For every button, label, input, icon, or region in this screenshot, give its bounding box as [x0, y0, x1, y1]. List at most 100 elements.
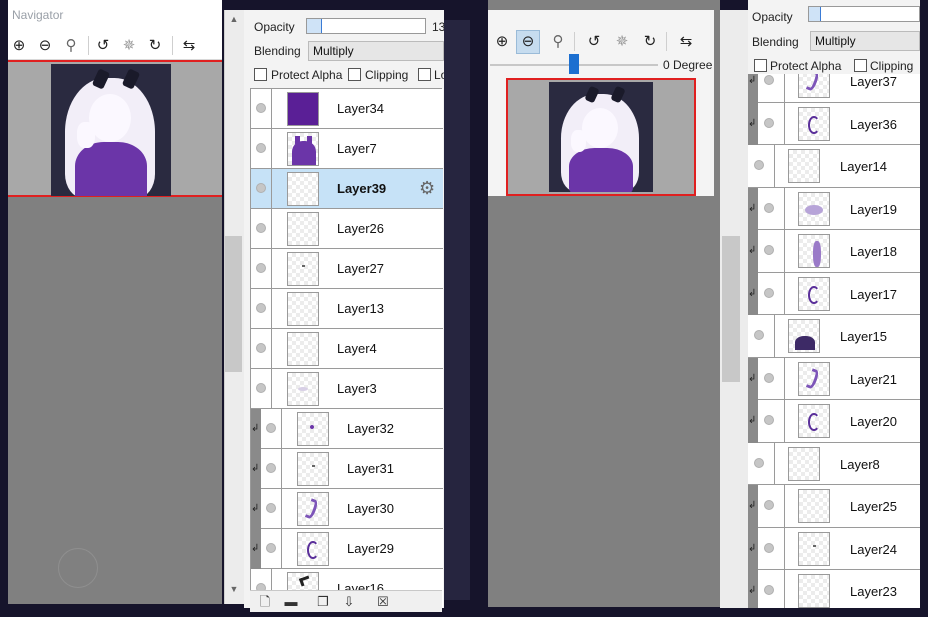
layer-row[interactable]: Layer3	[251, 369, 443, 409]
visibility-toggle-icon[interactable]	[754, 330, 764, 340]
visibility-toggle-icon[interactable]	[764, 372, 774, 383]
lock-checkbox[interactable]	[418, 68, 431, 81]
new-layer-icon[interactable]: 🗋	[258, 595, 272, 609]
layer-row[interactable]: Layer14	[748, 145, 920, 188]
visibility-toggle-icon[interactable]	[266, 463, 276, 473]
layer-row[interactable]: Layer39 ⚙	[251, 169, 443, 209]
layer-row[interactable]: ↲ Layer19	[748, 187, 920, 230]
layer-name: Layer36	[850, 116, 897, 132]
row-divider	[281, 449, 282, 489]
rotate-right-icon[interactable]: ↻	[146, 37, 164, 55]
layer-row[interactable]: Layer15	[748, 315, 920, 358]
visibility-toggle-icon[interactable]	[256, 303, 266, 313]
layer-row[interactable]: Layer4	[251, 329, 443, 369]
layer-name: Layer31	[347, 461, 394, 476]
rotation-slider-thumb[interactable]	[569, 54, 579, 74]
gear-icon[interactable]: ⚙	[419, 178, 435, 199]
flip-button[interactable]: ⇆	[674, 30, 698, 54]
layer-row[interactable]: Layer26	[251, 209, 443, 249]
protect-alpha-checkbox[interactable]	[254, 68, 267, 81]
visibility-toggle-icon[interactable]	[256, 103, 266, 113]
zoom-reset-icon[interactable]: ⚲	[62, 37, 80, 55]
layer-row[interactable]: ↲ Layer20	[748, 400, 920, 443]
visibility-toggle-icon[interactable]	[764, 117, 774, 128]
opacity-slider[interactable]	[306, 18, 426, 34]
scrollbar-thumb-right[interactable]	[722, 236, 740, 382]
layer-thumbnail	[798, 191, 830, 226]
scrollbar-thumb[interactable]	[225, 236, 242, 372]
layer-name: Layer7	[337, 141, 377, 156]
zoom-out-icon[interactable]: ⊖	[36, 37, 54, 55]
visibility-toggle-icon[interactable]	[764, 500, 774, 510]
layer-row[interactable]: ↲ Layer21	[748, 357, 920, 400]
layer-thumbnail	[297, 412, 329, 446]
navigator-preview[interactable]	[8, 60, 222, 197]
layer-panel-right: ↲ Layer37 ↲ Layer36 Layer14 ↲ Layer19 ↲ Layer18 ↲…	[748, 0, 920, 608]
visibility-toggle-icon[interactable]	[266, 543, 276, 553]
merge-layer-icon[interactable]: ⇩	[342, 595, 356, 609]
visibility-toggle-icon[interactable]	[266, 423, 276, 433]
row-divider	[271, 249, 272, 289]
layer-thumbnail	[287, 92, 319, 126]
rotate-reset-icon[interactable]: ✵	[120, 37, 138, 55]
visibility-toggle-icon[interactable]	[764, 75, 774, 85]
layer-row[interactable]: Layer34	[251, 89, 443, 129]
layer-row[interactable]: ↲ Layer32	[251, 409, 443, 449]
navigator-preview-right[interactable]	[506, 78, 696, 196]
layer-row[interactable]: ↲ Layer24	[748, 527, 920, 570]
visibility-toggle-icon[interactable]	[256, 183, 266, 193]
delete-layer-icon[interactable]: ☒	[376, 595, 390, 609]
layer-row[interactable]: ↲ Layer36	[748, 102, 920, 145]
clip-arrow-icon: ↲	[251, 503, 260, 514]
visibility-toggle-icon[interactable]	[256, 263, 266, 273]
clipping-checkbox[interactable]	[854, 59, 867, 72]
row-divider	[271, 209, 272, 249]
zoom-in-button[interactable]: ⊕	[490, 30, 514, 54]
layer-row[interactable]: Layer27	[251, 249, 443, 289]
layer-actions-bar: 🗋 ▬ ❐ ⇩ ☒	[250, 590, 442, 612]
visibility-toggle-icon[interactable]	[764, 415, 774, 425]
layer-row[interactable]: ↲ Layer17	[748, 272, 920, 315]
rotate-reset-button[interactable]: ✵	[610, 30, 634, 54]
layer-row[interactable]: ↲ Layer25	[748, 485, 920, 528]
layer-row[interactable]: ↲ Layer18	[748, 230, 920, 273]
visibility-toggle-icon[interactable]	[764, 202, 774, 213]
visibility-toggle-icon[interactable]	[256, 383, 266, 393]
new-folder-icon[interactable]: ▬	[284, 595, 298, 609]
protect-alpha-checkbox[interactable]	[754, 59, 767, 72]
zoom-in-icon[interactable]: ⊕	[10, 37, 28, 55]
layer-row[interactable]: ↲ Layer30	[251, 489, 443, 529]
clipping-checkbox[interactable]	[348, 68, 361, 81]
visibility-toggle-icon[interactable]	[764, 542, 774, 553]
visibility-toggle-icon[interactable]	[764, 585, 774, 595]
visibility-toggle-icon[interactable]	[764, 245, 774, 255]
blending-select[interactable]: Multiply	[810, 31, 920, 51]
rotate-left-icon[interactable]: ↺	[94, 37, 112, 55]
scroll-down-icon[interactable]: ▼	[225, 584, 243, 594]
zoom-out-button[interactable]: ⊖	[516, 30, 540, 54]
layer-row[interactable]: Layer13	[251, 289, 443, 329]
clip-arrow-icon: ↲	[748, 415, 757, 426]
layer-row[interactable]: Layer7	[251, 129, 443, 169]
visibility-toggle-icon[interactable]	[754, 160, 764, 170]
zoom-reset-button[interactable]: ⚲	[546, 30, 570, 54]
visibility-toggle-icon[interactable]	[754, 457, 764, 468]
layer-row[interactable]: ↲ Layer31	[251, 449, 443, 489]
flip-icon[interactable]: ⇆	[180, 37, 198, 55]
zoom-reset-icon: ⚲	[552, 33, 564, 50]
layer-row[interactable]: ↲ Layer29	[251, 529, 443, 569]
brush-cursor-circle	[58, 548, 98, 588]
scroll-up-icon[interactable]: ▲	[225, 14, 243, 24]
layer-row[interactable]: Layer8	[748, 442, 920, 485]
visibility-toggle-icon[interactable]	[256, 143, 266, 153]
visibility-toggle-icon[interactable]	[256, 343, 266, 353]
duplicate-layer-icon[interactable]: ❐	[316, 595, 330, 609]
layer-row[interactable]: ↲ Layer23	[748, 570, 920, 608]
rotate-left-button[interactable]: ↺	[582, 30, 606, 54]
visibility-toggle-icon[interactable]	[764, 287, 774, 298]
visibility-toggle-icon[interactable]	[266, 503, 276, 513]
rotate-right-button[interactable]: ↻	[638, 30, 662, 54]
visibility-toggle-icon[interactable]	[256, 223, 266, 233]
opacity-slider[interactable]	[808, 6, 920, 22]
blending-select[interactable]: Multiply	[308, 41, 444, 61]
